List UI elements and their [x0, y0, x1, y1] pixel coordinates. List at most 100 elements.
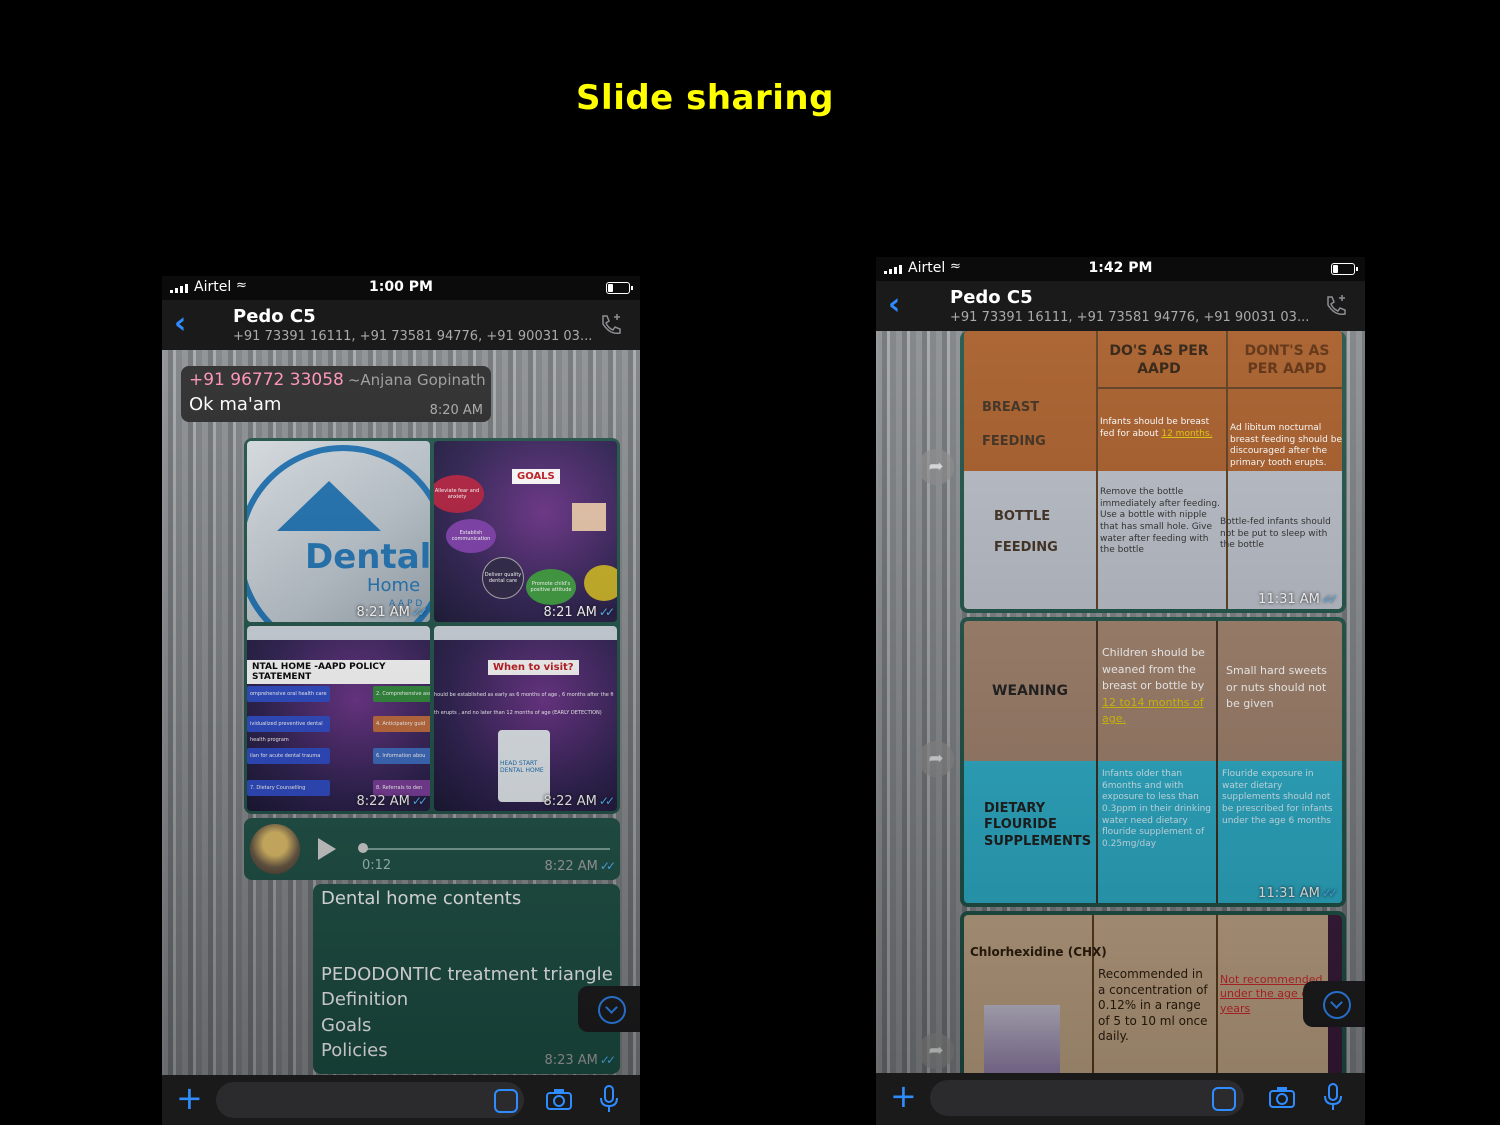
message-line: Goals — [321, 1015, 372, 1036]
message-line: Policies — [321, 1040, 388, 1061]
forward-icon[interactable]: ➦ — [918, 741, 954, 777]
row-donts: Flouride exposure in water dietary suppl… — [1222, 769, 1333, 826]
message-line: PEDODONTIC treatment triangle — [321, 964, 613, 985]
scroll-down-icon — [1323, 991, 1351, 1019]
chat-header[interactable]: ‹ Pedo C5 +91 73391 16111, +91 73581 947… — [876, 281, 1365, 331]
goal-oval: Alleviate fear and anxiety — [434, 475, 484, 513]
message-time: 8:23 AM — [544, 1053, 598, 1068]
slide-text: hould be established as early as 6 month… — [434, 692, 614, 698]
chevron-left-icon[interactable]: ‹ — [174, 309, 186, 339]
table-header: DO'S AS PER AAPD — [1109, 343, 1209, 377]
audio-scrubber[interactable] — [358, 843, 368, 853]
voice-message[interactable]: 0:12 8:22 AM ✓✓ — [244, 818, 620, 880]
policy-item: 8. Referrals to den — [373, 780, 430, 796]
row-dos-highlight: 12 months. — [1161, 428, 1213, 439]
row-dos-text: Children should be weaned from the breas… — [1102, 646, 1205, 692]
message-input[interactable] — [930, 1080, 1244, 1116]
chat-background: ➦ ➦ ➦ DO'S AS PER AAPD DONT'S AS PER AAP… — [876, 331, 1365, 1081]
image-message[interactable]: DO'S AS PER AAPD DONT'S AS PER AAPD BREA… — [960, 331, 1346, 613]
audio-duration: 0:12 — [362, 858, 392, 873]
scroll-down-button[interactable] — [578, 986, 640, 1032]
table-divider — [1092, 915, 1094, 1081]
feeding-table-photo[interactable]: DO'S AS PER AAPD DONT'S AS PER AAPD BREA… — [964, 331, 1342, 609]
forward-icon[interactable]: ➦ — [918, 449, 954, 485]
plus-icon[interactable]: + — [176, 1081, 203, 1115]
message-time: 8:20 AM — [429, 403, 483, 418]
audio-progress-track[interactable] — [362, 848, 610, 850]
plus-icon[interactable]: + — [890, 1079, 917, 1113]
clock: 1:42 PM — [1088, 260, 1153, 276]
row-label: DIETARY FLOURIDE SUPPLEMENTS — [984, 801, 1092, 849]
chx-table-photo[interactable]: Chlorhexidine (CHX) Recommended in a con… — [964, 915, 1342, 1081]
slide-heading: NTAL HOME -AAPD POLICY STATEMENT — [247, 660, 430, 684]
incoming-message[interactable]: +91 96772 33058 ~Anjana Gopinath Ok ma'am… — [181, 366, 491, 422]
forward-icon[interactable]: ➦ — [918, 1033, 954, 1069]
sender-label: +91 96772 33058 ~Anjana Gopinath — [189, 370, 486, 390]
message-input[interactable] — [216, 1082, 524, 1118]
row-dos: Infants should be breast fed for about 1… — [1100, 417, 1220, 440]
image-message[interactable]: WEANING Children should be weaned from t… — [960, 617, 1346, 907]
input-bar: + — [876, 1073, 1365, 1125]
slide-title: Slide sharing — [576, 78, 834, 118]
scroll-down-icon — [598, 996, 626, 1024]
weaning-table-photo[interactable]: WEANING Children should be weaned from t… — [964, 621, 1342, 903]
table-divider — [1096, 331, 1098, 609]
slide-toolbar — [247, 626, 430, 640]
row-donts-tail: years — [1220, 1001, 1251, 1015]
slide-text: th erupts , and no later than 12 months … — [434, 710, 602, 716]
read-ticks-icon: ✓✓ — [598, 605, 615, 619]
chat-members[interactable]: +91 73391 16111, +91 73581 94776, +91 90… — [233, 329, 592, 344]
image-time: 8:22 AM — [356, 794, 410, 809]
chat-title[interactable]: Pedo C5 — [233, 306, 316, 327]
camera-icon[interactable] — [1269, 1083, 1295, 1111]
input-bar: + — [162, 1075, 640, 1125]
camera-icon[interactable] — [546, 1085, 572, 1113]
slide-toolbar — [434, 626, 617, 640]
status-bar: Airtel ≈ 1:00 PM — [162, 276, 640, 300]
message-time: 8:22 AM — [544, 859, 598, 874]
sticker-icon[interactable] — [494, 1089, 518, 1113]
goal-oval: Promote child's positive attitude — [526, 569, 576, 605]
image-time: 11:31 AM — [1258, 886, 1320, 901]
table-divider — [1096, 387, 1342, 389]
head-start-badge: HEAD START DENTAL HOME — [500, 760, 544, 774]
scroll-down-button[interactable] — [1303, 981, 1365, 1027]
read-ticks-icon: ✓✓ — [599, 1053, 616, 1067]
image-album[interactable]: Dental Home A A P D 8:21 AM ✓✓ GOALS Alle… — [244, 438, 620, 814]
slide-edge — [1328, 915, 1342, 1081]
image-message[interactable]: Chlorhexidine (CHX) Recommended in a con… — [960, 911, 1346, 1081]
chevron-left-icon[interactable]: ‹ — [888, 290, 900, 320]
baby-photo — [572, 503, 606, 531]
policy-item: ilan for acute dental trauma — [247, 748, 330, 764]
policy-slide-image[interactable]: NTAL HOME -AAPD POLICY STATEMENT omprehe… — [247, 626, 430, 811]
outgoing-text-message[interactable]: Dental home contents PEDODONTIC treatmen… — [313, 884, 620, 1074]
sticker-icon[interactable] — [1212, 1087, 1236, 1111]
when-to-visit-slide-image[interactable]: When to visit? hould be established as e… — [434, 626, 617, 811]
microphone-icon[interactable] — [599, 1085, 619, 1113]
play-icon[interactable] — [318, 838, 336, 860]
add-call-icon[interactable] — [1323, 293, 1349, 319]
read-ticks-icon: ✓✓ — [1321, 592, 1338, 606]
add-call-icon[interactable] — [598, 312, 624, 338]
row-donts-text: Not recommended under the age of — [1220, 973, 1323, 1001]
policy-item: ividualized preventive dental health pro… — [247, 716, 330, 743]
table-row-fluoride — [964, 761, 1342, 903]
dental-home-logo-image[interactable]: Dental Home A A P D 8:21 AM ✓✓ — [247, 441, 430, 622]
microphone-icon[interactable] — [1323, 1083, 1343, 1111]
goals-slide-image[interactable]: GOALS Alleviate fear and anxiety Establi… — [434, 441, 617, 622]
battery-icon — [606, 282, 633, 294]
row-dos-highlight: 12 to14 months of age. — [1102, 695, 1204, 726]
chat-header[interactable]: ‹ Pedo C5 +91 73391 16111, +91 73581 947… — [162, 300, 640, 350]
table-header: DONT'S AS PER AAPD — [1244, 343, 1330, 377]
image-time: 8:21 AM — [543, 605, 597, 620]
chat-title[interactable]: Pedo C5 — [950, 287, 1033, 308]
row-donts: Not recommended under the age of years — [1220, 973, 1324, 1016]
image-time: 11:31 AM — [1258, 592, 1320, 607]
chat-members[interactable]: +91 73391 16111, +91 73581 94776, +91 90… — [950, 310, 1309, 325]
logo-subtext: Home — [367, 575, 421, 596]
table-row-bottle — [964, 471, 1342, 609]
goal-oval: Deliver quality dental care — [482, 557, 524, 599]
battery-icon — [1331, 263, 1358, 275]
row-donts: Bottle-fed infants should not be put to … — [1220, 517, 1331, 551]
logo-small-text: A A P D — [389, 599, 423, 609]
